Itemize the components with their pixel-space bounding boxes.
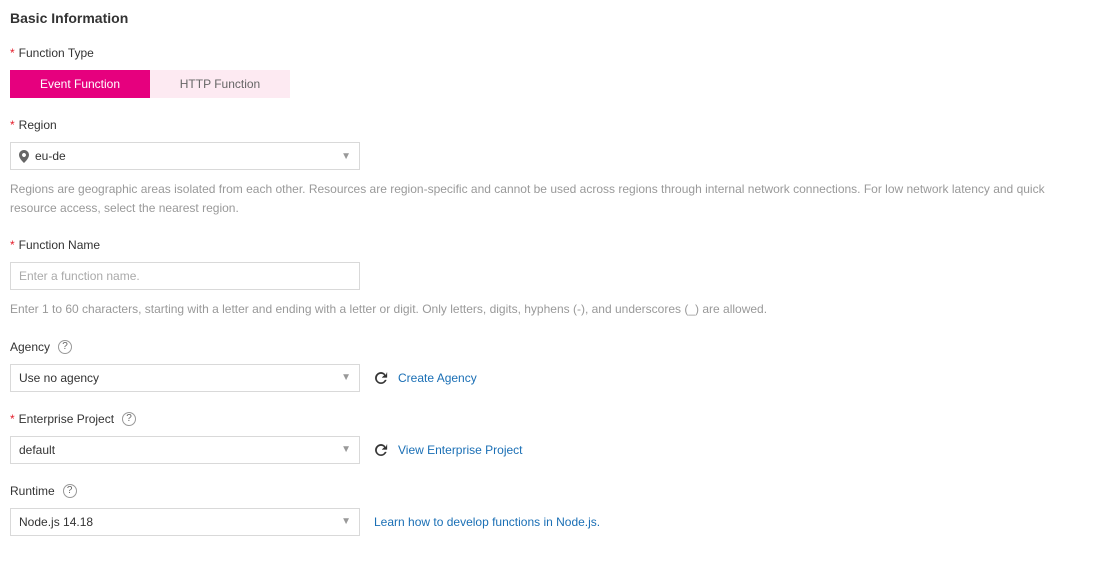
runtime-value: Node.js 14.18 xyxy=(19,515,93,529)
agency-label-text: Agency xyxy=(10,340,50,354)
create-agency-link[interactable]: Create Agency xyxy=(398,371,477,385)
view-enterprise-project-link[interactable]: View Enterprise Project xyxy=(398,443,523,457)
function-name-label: * Function Name xyxy=(10,238,1101,252)
enterprise-project-field: * Enterprise Project ? default ▼ View En… xyxy=(10,412,1101,464)
runtime-select[interactable]: Node.js 14.18 ▼ xyxy=(10,508,360,536)
runtime-learn-link[interactable]: Learn how to develop functions in Node.j… xyxy=(374,515,600,529)
agency-field: Agency ? Use no agency ▼ Create Agency xyxy=(10,340,1101,392)
region-helper: Regions are geographic areas isolated fr… xyxy=(10,180,1090,218)
function-type-label-text: Function Type xyxy=(19,46,94,60)
function-name-label-text: Function Name xyxy=(19,238,100,252)
region-label: * Region xyxy=(10,118,1101,132)
region-select[interactable]: eu-de ▼ xyxy=(10,142,360,170)
section-title: Basic Information xyxy=(10,10,1101,26)
chevron-down-icon: ▼ xyxy=(341,151,351,162)
agency-select[interactable]: Use no agency ▼ xyxy=(10,364,360,392)
tab-event-function[interactable]: Event Function xyxy=(10,70,150,98)
runtime-label-text: Runtime xyxy=(10,484,55,498)
enterprise-project-label: * Enterprise Project ? xyxy=(10,412,1101,426)
function-name-helper: Enter 1 to 60 characters, starting with … xyxy=(10,300,1090,319)
chevron-down-icon: ▼ xyxy=(341,444,351,455)
agency-value: Use no agency xyxy=(19,371,99,385)
function-name-field: * Function Name Enter 1 to 60 characters… xyxy=(10,238,1101,319)
region-label-text: Region xyxy=(19,118,57,132)
runtime-label: Runtime ? xyxy=(10,484,1101,498)
help-icon[interactable]: ? xyxy=(58,340,72,354)
tab-http-function[interactable]: HTTP Function xyxy=(150,70,290,98)
region-field: * Region eu-de ▼ Regions are geographic … xyxy=(10,118,1101,218)
function-name-input[interactable] xyxy=(10,262,360,290)
required-asterisk: * xyxy=(10,46,15,60)
refresh-icon[interactable] xyxy=(374,371,388,385)
enterprise-project-label-text: Enterprise Project xyxy=(19,412,114,426)
required-asterisk: * xyxy=(10,118,15,132)
chevron-down-icon: ▼ xyxy=(341,372,351,383)
enterprise-project-value: default xyxy=(19,443,55,457)
help-icon[interactable]: ? xyxy=(63,484,77,498)
function-type-tabs: Event Function HTTP Function xyxy=(10,70,1101,98)
runtime-field: Runtime ? Node.js 14.18 ▼ Learn how to d… xyxy=(10,484,1101,536)
refresh-icon[interactable] xyxy=(374,443,388,457)
help-icon[interactable]: ? xyxy=(122,412,136,426)
required-asterisk: * xyxy=(10,412,15,426)
region-value: eu-de xyxy=(35,149,66,163)
agency-label: Agency ? xyxy=(10,340,1101,354)
chevron-down-icon: ▼ xyxy=(341,516,351,527)
enterprise-project-select[interactable]: default ▼ xyxy=(10,436,360,464)
function-type-label: * Function Type xyxy=(10,46,1101,60)
pin-icon xyxy=(19,150,29,163)
required-asterisk: * xyxy=(10,238,15,252)
function-type-field: * Function Type Event Function HTTP Func… xyxy=(10,46,1101,98)
